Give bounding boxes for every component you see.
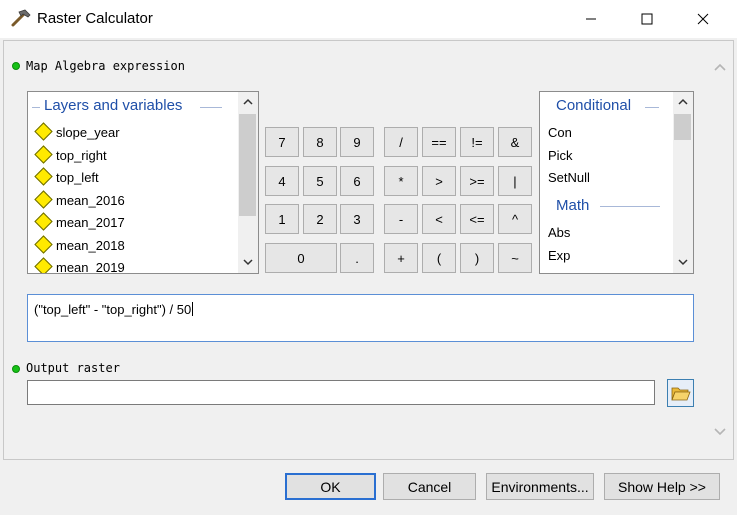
layers-listbox[interactable]: Layers and variables slope_year top_righ…: [27, 91, 259, 274]
key-xor[interactable]: ^: [498, 204, 532, 234]
key-right-paren[interactable]: ): [460, 243, 494, 273]
text-caret: [192, 302, 194, 316]
chevron-down-icon[interactable]: [243, 258, 253, 266]
function-item[interactable]: Pick: [548, 148, 573, 163]
folder-open-icon: [670, 387, 691, 401]
show-help-button[interactable]: Show Help >>: [604, 473, 720, 500]
layers-scrollbar[interactable]: [238, 92, 258, 273]
layer-item[interactable]: mean_2019: [56, 260, 125, 273]
conditional-header: Conditional: [556, 97, 632, 114]
key-not[interactable]: ~: [498, 243, 532, 273]
close-icon: [697, 13, 709, 25]
expression-text-wrap: ("top_left" - "top_right") / 50: [34, 302, 194, 317]
layers-header: Layers and variables: [44, 97, 183, 114]
environments-button[interactable]: Environments...: [486, 473, 594, 500]
chevron-down-icon[interactable]: [713, 425, 727, 439]
yellow-diamond-icon: [34, 257, 53, 273]
chevron-up-icon[interactable]: [243, 98, 253, 106]
cancel-button[interactable]: Cancel: [383, 473, 476, 500]
key-add[interactable]: +: [384, 243, 418, 273]
scroll-thumb[interactable]: [239, 114, 256, 216]
key-left-paren[interactable]: (: [422, 243, 456, 273]
yellow-diamond-icon: [34, 190, 53, 209]
layer-item[interactable]: mean_2018: [56, 238, 125, 253]
key-subtract[interactable]: -: [384, 204, 418, 234]
output-section-label: Output raster: [26, 361, 120, 375]
maximize-icon: [641, 13, 653, 25]
key-1[interactable]: 1: [265, 204, 299, 234]
key-8[interactable]: 8: [303, 127, 337, 157]
key-or[interactable]: |: [498, 166, 532, 196]
key-6[interactable]: 6: [340, 166, 374, 196]
key-3[interactable]: 3: [340, 204, 374, 234]
function-item[interactable]: Abs: [548, 225, 570, 240]
key-not-equal[interactable]: !=: [460, 127, 494, 157]
key-4[interactable]: 4: [265, 166, 299, 196]
expression-section-label: Map Algebra expression: [26, 59, 185, 73]
hammer-icon: [11, 9, 31, 27]
chevron-up-icon[interactable]: [713, 60, 727, 74]
key-2[interactable]: 2: [303, 204, 337, 234]
function-item[interactable]: Con: [548, 125, 572, 140]
key-equal[interactable]: ==: [422, 127, 456, 157]
maximize-button[interactable]: [624, 0, 670, 38]
math-header: Math: [556, 197, 590, 214]
close-button[interactable]: [680, 0, 726, 38]
key-greater-than[interactable]: >: [422, 166, 456, 196]
minimize-icon: [586, 18, 596, 20]
yellow-diamond-icon: [34, 212, 53, 231]
window-title: Raster Calculator: [37, 10, 153, 27]
chevron-down-icon[interactable]: [678, 258, 688, 266]
function-item[interactable]: Exp: [548, 248, 570, 263]
ok-button[interactable]: OK: [285, 473, 376, 500]
layer-item[interactable]: mean_2017: [56, 215, 125, 230]
yellow-diamond-icon: [34, 122, 53, 141]
key-and[interactable]: &: [498, 127, 532, 157]
header-line: [600, 206, 660, 207]
yellow-diamond-icon: [34, 167, 53, 186]
key-less-than[interactable]: <: [422, 204, 456, 234]
key-9[interactable]: 9: [340, 127, 374, 157]
yellow-diamond-icon: [34, 145, 53, 164]
chevron-up-icon[interactable]: [678, 98, 688, 106]
header-line: [200, 107, 222, 108]
title-bar: Raster Calculator: [0, 0, 737, 38]
header-line: [645, 107, 659, 108]
header-line: [32, 107, 40, 108]
expression-textarea[interactable]: ("top_left" - "top_right") / 50: [27, 294, 694, 342]
key-5[interactable]: 5: [303, 166, 337, 196]
key-0[interactable]: 0: [265, 243, 337, 273]
key-multiply[interactable]: *: [384, 166, 418, 196]
minimize-button[interactable]: [568, 0, 614, 38]
function-item[interactable]: SetNull: [548, 170, 590, 185]
key-7[interactable]: 7: [265, 127, 299, 157]
key-greater-equal[interactable]: >=: [460, 166, 494, 196]
scroll-thumb[interactable]: [674, 114, 691, 140]
key-divide[interactable]: /: [384, 127, 418, 157]
green-dot-icon: [12, 62, 20, 70]
functions-scrollbar[interactable]: [673, 92, 693, 273]
expression-text: ("top_left" - "top_right") / 50: [34, 302, 192, 317]
output-raster-input[interactable]: [27, 380, 655, 405]
layer-item[interactable]: mean_2016: [56, 193, 125, 208]
key-less-equal[interactable]: <=: [460, 204, 494, 234]
green-dot-icon: [12, 365, 20, 373]
yellow-diamond-icon: [34, 235, 53, 254]
layer-item[interactable]: top_right: [56, 148, 107, 163]
layer-item[interactable]: slope_year: [56, 125, 120, 140]
functions-listbox[interactable]: Conditional Con Pick SetNull Math Abs Ex…: [539, 91, 694, 274]
layer-item[interactable]: top_left: [56, 170, 99, 185]
key-decimal[interactable]: .: [340, 243, 374, 273]
browse-button[interactable]: [667, 379, 694, 407]
